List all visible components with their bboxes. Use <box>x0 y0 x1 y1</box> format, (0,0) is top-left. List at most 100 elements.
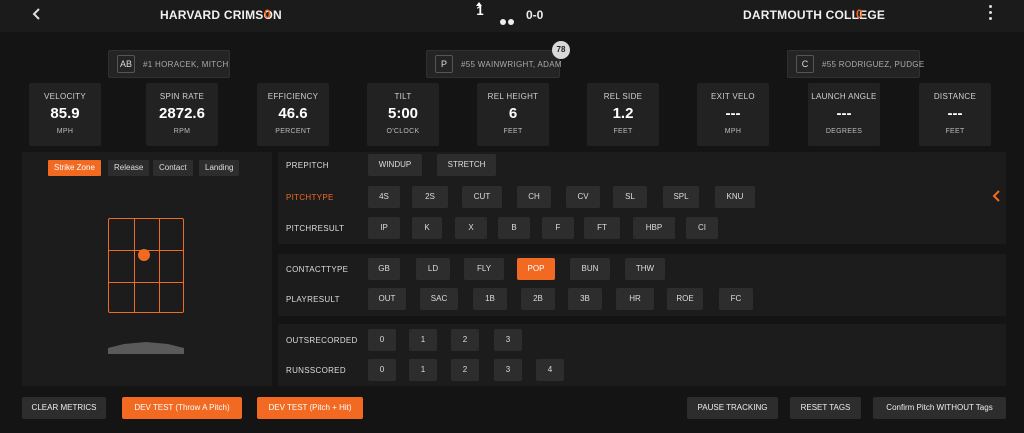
tab-strike-zone[interactable]: Strike Zone <box>48 160 101 176</box>
clear-metrics-button[interactable]: CLEAR METRICS <box>22 397 106 419</box>
strike-zone-grid[interactable] <box>108 218 184 313</box>
metric-label: SPIN RATE <box>159 92 205 101</box>
pitchresult-x-button[interactable]: X <box>455 217 487 239</box>
pitchtype-spl-button[interactable]: SPL <box>663 186 699 208</box>
contacttype-fly-button[interactable]: FLY <box>464 258 504 280</box>
pitchresult-ip-button[interactable]: IP <box>368 217 400 239</box>
contacttype-gb-button[interactable]: GB <box>368 258 400 280</box>
prepitch-stretch-button[interactable]: STRETCH <box>437 154 496 176</box>
runsscored-0-button[interactable]: 0 <box>368 359 396 381</box>
more-options-icon[interactable] <box>988 5 994 23</box>
tab-contact[interactable]: Contact <box>153 160 193 176</box>
pause-tracking-button[interactable]: PAUSE TRACKING <box>687 397 778 419</box>
playresult-out-button[interactable]: OUT <box>368 288 406 310</box>
playresult-hr-button[interactable]: HR <box>616 288 654 310</box>
outsrecorded-1-button[interactable]: 1 <box>409 329 437 351</box>
metric-rel-height: REL HEIGHT 6 FEET <box>477 83 549 146</box>
runsscored-3-button[interactable]: 3 <box>494 359 522 381</box>
prepitch-label: PREPITCH <box>286 161 329 170</box>
playresult-label: PLAYRESULT <box>286 295 340 304</box>
contacttype-ld-button[interactable]: LD <box>416 258 450 280</box>
batter-chip[interactable]: AB #1 HORACEK, MITCH <box>108 50 230 78</box>
collapse-panel-icon[interactable] <box>992 188 1002 204</box>
playresult-2b-button[interactable]: 2B <box>521 288 555 310</box>
reset-tags-button[interactable]: RESET TAGS <box>790 397 861 419</box>
metric-unit: MPH <box>56 128 74 135</box>
playresult-sac-button[interactable]: SAC <box>420 288 458 310</box>
metric-value: 6 <box>508 105 518 122</box>
pitcher-position: P <box>435 55 453 73</box>
metric-value: 1.2 <box>612 105 634 122</box>
runsscored-1-button[interactable]: 1 <box>409 359 437 381</box>
metric-unit: PERCENT <box>275 128 311 135</box>
home-team-score: 0 <box>264 7 271 21</box>
outsrecorded-2-button[interactable]: 2 <box>451 329 479 351</box>
metric-launch-angle: LAUNCH ANGLE --- DEGREES <box>808 83 880 146</box>
metric-label: REL HEIGHT <box>487 92 539 101</box>
pitcher-name: #55 WAINWRIGHT, ADAM <box>461 59 562 69</box>
metric-rel-side: REL SIDE 1.2 FEET <box>587 83 659 146</box>
pitchresult-ci-button[interactable]: CI <box>686 217 718 239</box>
pitchtype-ch-button[interactable]: CH <box>517 186 551 208</box>
contacttype-pop-button[interactable]: POP <box>517 258 555 280</box>
back-arrow-icon[interactable] <box>28 4 46 24</box>
outsrecorded-0-button[interactable]: 0 <box>368 329 396 351</box>
pitchtype-2s-button[interactable]: 2S <box>412 186 448 208</box>
metric-unit: FEET <box>945 128 965 135</box>
metric-value: --- <box>947 105 963 122</box>
playresult-3b-button[interactable]: 3B <box>568 288 602 310</box>
visualization-panel: Strike Zone Release Contact Landing <box>22 152 272 386</box>
pitchresult-ft-button[interactable]: FT <box>584 217 620 239</box>
pitch-tags-section: PREPITCH WINDUP STRETCH PITCHTYPE 4S 2S … <box>278 152 1006 244</box>
metric-unit: RPM <box>173 128 191 135</box>
metric-distance: DISTANCE --- FEET <box>919 83 991 146</box>
metric-label: VELOCITY <box>44 92 86 101</box>
pitchresult-b-button[interactable]: B <box>498 217 530 239</box>
playresult-fc-button[interactable]: FC <box>719 288 753 310</box>
prepitch-windup-button[interactable]: WINDUP <box>368 154 422 176</box>
catcher-position: C <box>796 55 814 73</box>
tab-release[interactable]: Release <box>108 160 150 176</box>
inning-number: 1 <box>476 3 484 18</box>
pitchtype-cut-button[interactable]: CUT <box>462 186 502 208</box>
pitchtype-knu-button[interactable]: KNU <box>715 186 755 208</box>
out-dot <box>500 19 506 25</box>
metric-velocity: VELOCITY 85.9 MPH <box>29 83 101 146</box>
catcher-name: #55 RODRIGUEZ, PUDGE <box>822 59 925 69</box>
metric-unit: FEET <box>613 128 633 135</box>
metric-spin-rate: SPIN RATE 2872.6 RPM <box>146 83 218 146</box>
outs-indicator <box>500 12 516 30</box>
metric-value: 85.9 <box>50 105 80 122</box>
dev-test-hit-button[interactable]: DEV TEST (Pitch + Hit) <box>257 397 363 419</box>
pitchresult-hbp-button[interactable]: HBP <box>633 217 675 239</box>
pitchresult-label: PITCHRESULT <box>286 224 345 233</box>
pitchtype-cv-button[interactable]: CV <box>566 186 600 208</box>
metric-label: REL SIDE <box>603 92 643 101</box>
pitchresult-k-button[interactable]: K <box>412 217 442 239</box>
outsrecorded-3-button[interactable]: 3 <box>494 329 522 351</box>
metric-efficiency: EFFICIENCY 46.6 PERCENT <box>257 83 329 146</box>
metric-label: EFFICIENCY <box>267 92 319 101</box>
away-team-score: 0 <box>856 7 863 21</box>
batter-name: #1 HORACEK, MITCH <box>143 59 229 69</box>
runsscored-2-button[interactable]: 2 <box>451 359 479 381</box>
pitcher-chip[interactable]: P #55 WAINWRIGHT, ADAM <box>426 50 562 78</box>
ball-strike-count: 0-0 <box>526 8 544 22</box>
metric-unit: FEET <box>503 128 523 135</box>
runsscored-4-button[interactable]: 4 <box>536 359 564 381</box>
playresult-roe-button[interactable]: ROE <box>667 288 703 310</box>
pitchtype-sl-button[interactable]: SL <box>613 186 647 208</box>
pitchtype-4s-button[interactable]: 4S <box>368 186 400 208</box>
dev-test-throw-button[interactable]: DEV TEST (Throw A Pitch) <box>122 397 242 419</box>
away-team-name: DARTMOUTH COLLEGE <box>743 8 886 22</box>
catcher-chip[interactable]: C #55 RODRIGUEZ, PUDGE <box>787 50 924 78</box>
tab-landing[interactable]: Landing <box>199 160 240 176</box>
contacttype-thw-button[interactable]: THW <box>625 258 665 280</box>
playresult-1b-button[interactable]: 1B <box>473 288 507 310</box>
pitchresult-f-button[interactable]: F <box>542 217 574 239</box>
metric-label: EXIT VELO <box>711 92 755 101</box>
metric-tilt: TILT 5:00 O'CLOCK <box>367 83 439 146</box>
contacttype-bun-button[interactable]: BUN <box>570 258 610 280</box>
confirm-pitch-button[interactable]: Confirm Pitch WITHOUT Tags <box>873 397 1006 419</box>
metric-unit: DEGREES <box>825 128 863 135</box>
